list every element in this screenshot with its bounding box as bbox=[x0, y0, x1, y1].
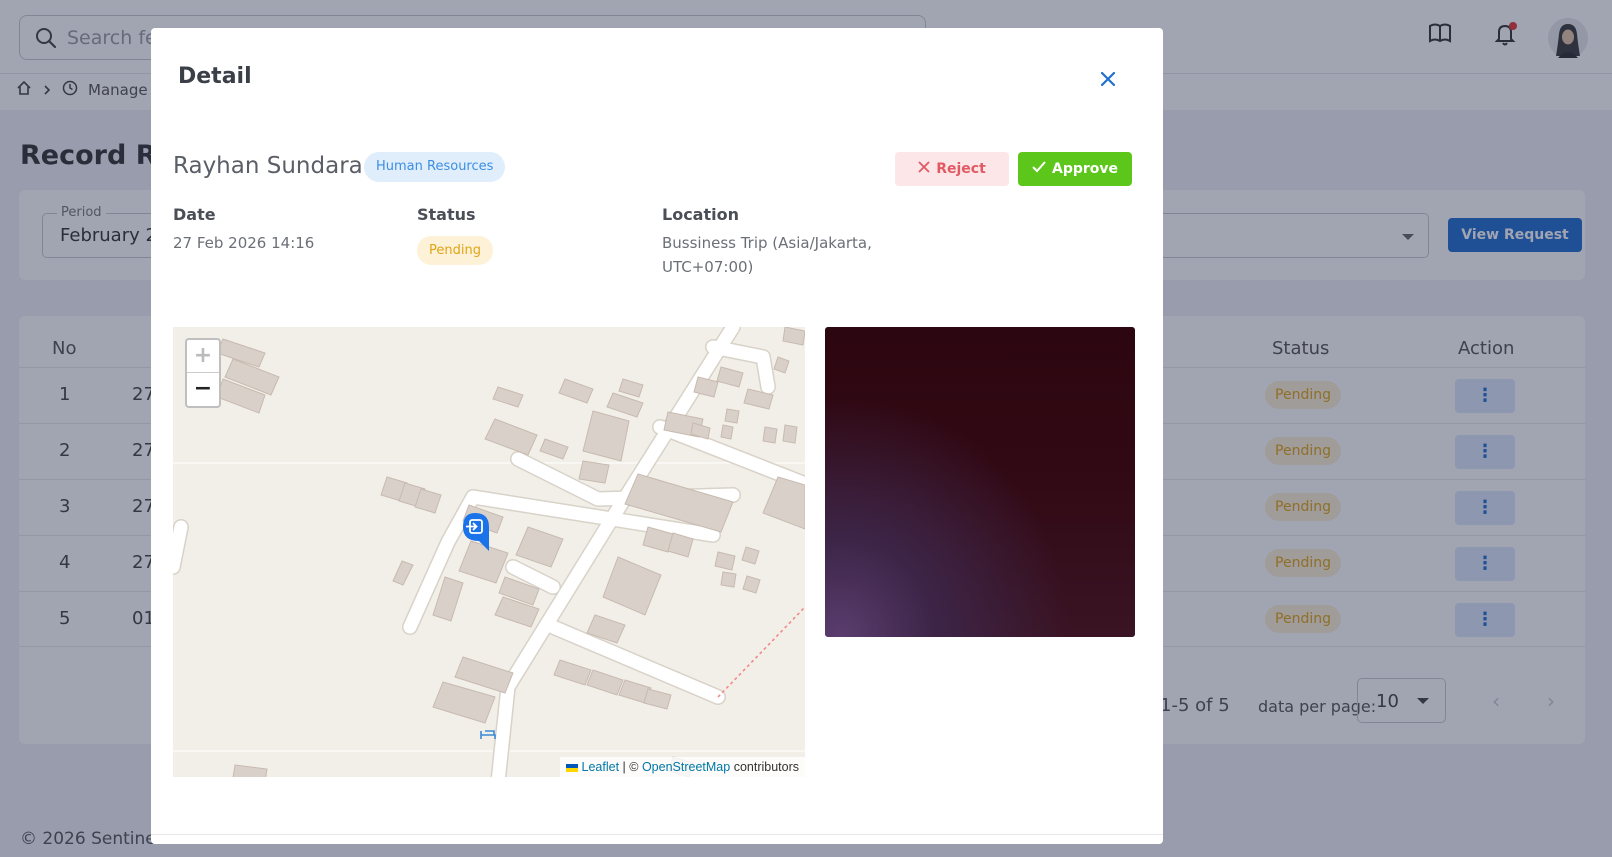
openstreetmap-link[interactable]: OpenStreetMap bbox=[642, 760, 730, 774]
hotel-icon bbox=[480, 730, 496, 739]
attendance-photo[interactable] bbox=[825, 327, 1135, 637]
close-icon bbox=[1095, 71, 1121, 96]
location-label: Location bbox=[662, 205, 739, 224]
modal-footer-divider bbox=[151, 834, 1163, 835]
map-attribution: Leaflet | © OpenStreetMap contributors bbox=[560, 757, 805, 777]
check-icon bbox=[1032, 161, 1046, 177]
status-badge: Pending bbox=[417, 236, 493, 265]
detail-modal: Detail Rayhan Sundara Human Resources Re… bbox=[151, 28, 1163, 844]
ukraine-flag-icon bbox=[566, 760, 579, 774]
reject-label: Reject bbox=[936, 161, 986, 177]
zoom-control: + − bbox=[185, 338, 221, 408]
modal-title: Detail bbox=[178, 64, 252, 89]
close-button[interactable] bbox=[1095, 66, 1121, 92]
zoom-out-button[interactable]: − bbox=[187, 373, 219, 406]
date-label: Date bbox=[173, 205, 216, 224]
reject-button[interactable]: Reject bbox=[895, 152, 1009, 186]
close-icon bbox=[918, 161, 930, 177]
department-badge: Human Resources bbox=[364, 152, 506, 182]
employee-name: Rayhan Sundara bbox=[173, 153, 363, 179]
leaflet-link[interactable]: Leaflet bbox=[582, 760, 620, 774]
approve-label: Approve bbox=[1051, 161, 1119, 177]
date-value: 27 Feb 2026 14:16 bbox=[173, 234, 315, 252]
approve-button[interactable]: Approve bbox=[1018, 152, 1132, 186]
attribution-separator: | © bbox=[622, 760, 639, 774]
check-in-marker-icon[interactable] bbox=[461, 511, 493, 557]
status-label: Status bbox=[417, 205, 476, 224]
zoom-in-button[interactable]: + bbox=[187, 340, 219, 373]
attribution-suffix: contributors bbox=[733, 760, 799, 774]
location-value-line2: UTC+07:00) bbox=[662, 258, 754, 276]
location-map[interactable]: + − Leaflet | © OpenStreetMap contributo… bbox=[173, 327, 805, 777]
location-value-line1: Bussiness Trip (Asia/Jakarta, bbox=[662, 234, 872, 252]
